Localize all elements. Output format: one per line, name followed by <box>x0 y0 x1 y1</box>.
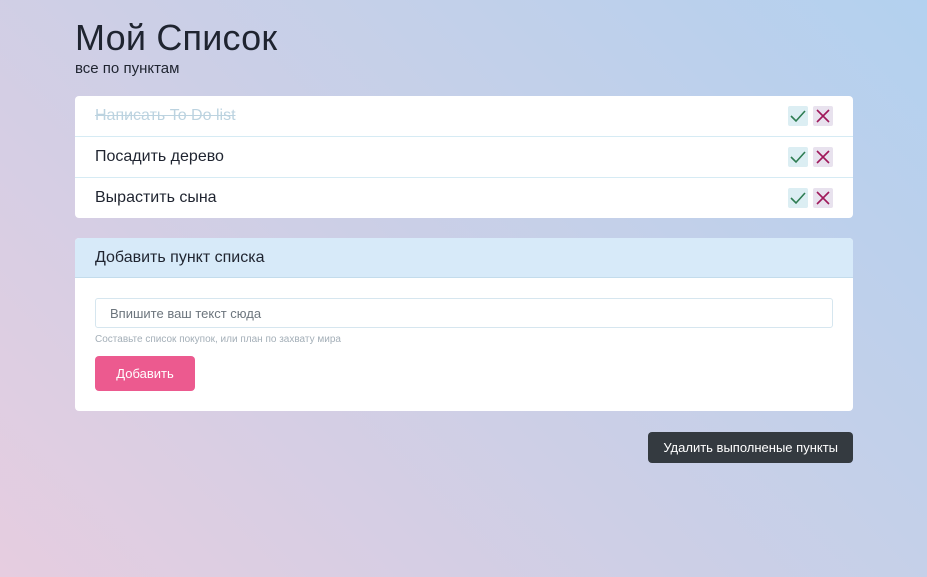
complete-button[interactable] <box>788 188 808 208</box>
add-button[interactable]: Добавить <box>95 356 195 391</box>
input-help-text: Составьте список покупок, или план по за… <box>95 334 341 345</box>
delete-button[interactable] <box>813 147 833 167</box>
delete-button[interactable] <box>813 188 833 208</box>
todo-list: Написать To Do list Посадить дерево Выра… <box>75 96 853 218</box>
delete-button[interactable] <box>813 106 833 126</box>
app-container: Мой Список все по пунктам Написать To Do… <box>75 16 853 463</box>
page-subtitle: все по пунктам <box>75 60 180 77</box>
check-icon <box>790 151 806 164</box>
close-icon <box>816 191 830 205</box>
page-title: Мой Список <box>75 17 278 58</box>
check-icon <box>790 110 806 123</box>
add-item-body: Составьте список покупок, или план по за… <box>75 278 853 411</box>
close-icon <box>816 150 830 164</box>
item-actions <box>788 188 833 208</box>
add-item-card: Добавить пункт списка Составьте список п… <box>75 238 853 411</box>
complete-button[interactable] <box>788 106 808 126</box>
list-item-text: Написать To Do list <box>95 107 236 124</box>
item-actions <box>788 147 833 167</box>
list-item: Посадить дерево <box>75 137 853 178</box>
list-item-text: Вырастить сына <box>95 189 217 206</box>
list-item-text: Посадить дерево <box>95 148 224 165</box>
item-actions <box>788 106 833 126</box>
delete-completed-button[interactable]: Удалить выполненые пункты <box>648 432 853 463</box>
item-text-input[interactable] <box>95 298 833 328</box>
list-item: Вырастить сына <box>75 178 853 218</box>
complete-button[interactable] <box>788 147 808 167</box>
list-item: Написать To Do list <box>75 96 853 137</box>
check-icon <box>790 192 806 205</box>
add-item-header: Добавить пункт списка <box>75 238 853 278</box>
close-icon <box>816 109 830 123</box>
